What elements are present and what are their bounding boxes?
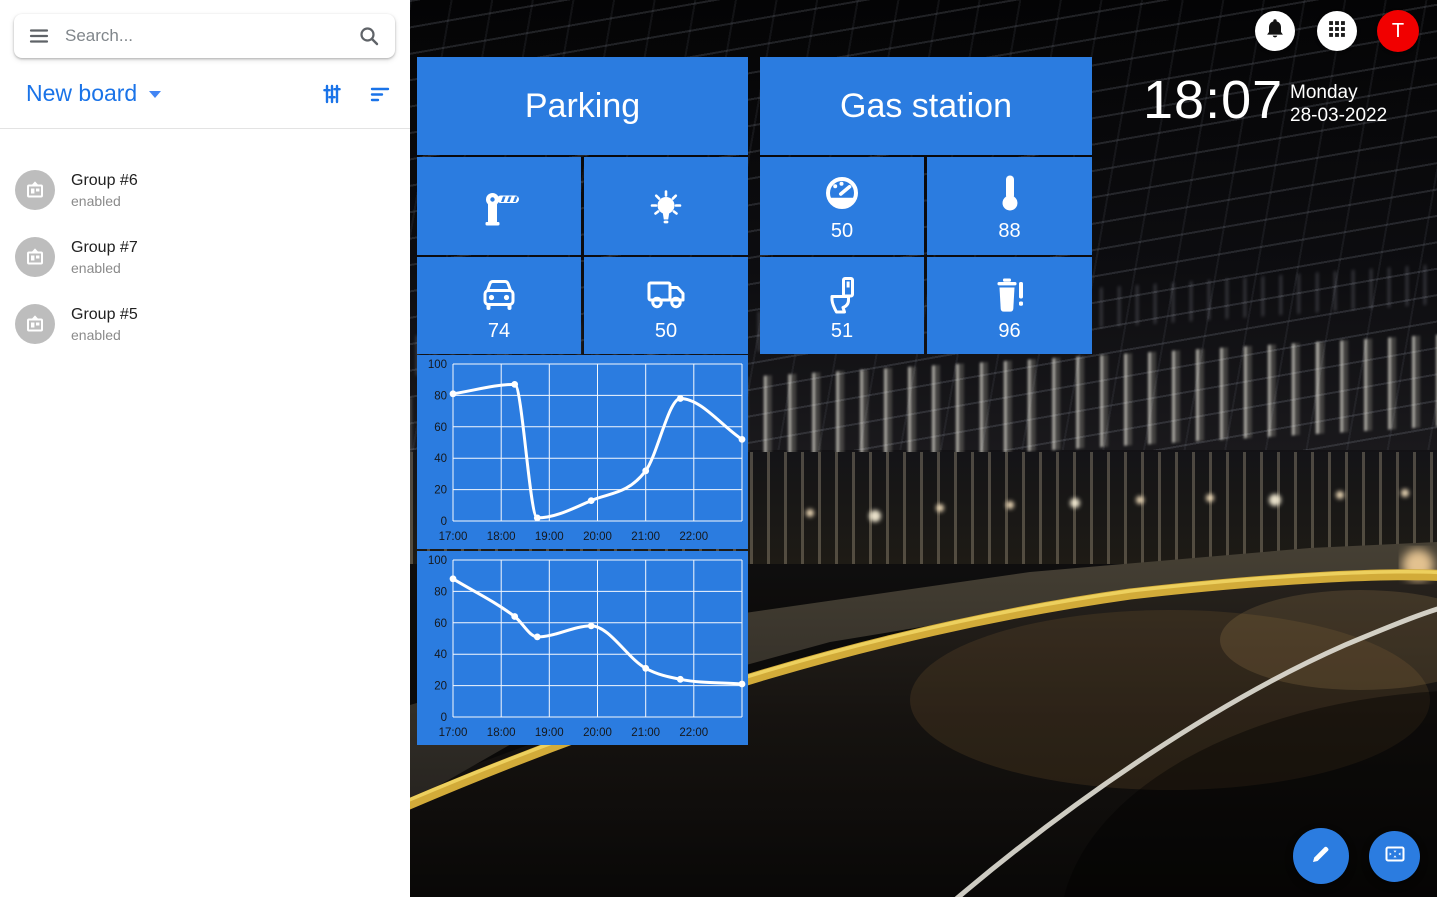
svg-text:20: 20: [434, 485, 447, 497]
svg-text:19:00: 19:00: [535, 531, 564, 543]
apps-button[interactable]: [1317, 11, 1357, 51]
svg-text:0: 0: [441, 516, 447, 528]
tile-group-title: Gas station: [840, 87, 1012, 126]
svg-text:100: 100: [428, 555, 447, 567]
dashboard-content: Parking Gas station: [410, 0, 1437, 897]
gas-station-temperature-tile[interactable]: 88: [927, 157, 1092, 255]
list-item-group-6[interactable]: Group #6 enabled: [0, 160, 410, 227]
sidebar-divider: [0, 128, 410, 129]
clock-time: 18:07: [1143, 70, 1283, 130]
lightbulb-icon: [642, 182, 690, 230]
gas-station-toilet-tile[interactable]: 51: [760, 257, 924, 354]
group-name: Group #7: [71, 239, 138, 257]
tile-value: 50: [831, 220, 853, 242]
list-item-group-7[interactable]: Group #7 enabled: [0, 227, 410, 294]
tile-value: 51: [831, 320, 853, 342]
avatar: [15, 170, 55, 210]
svg-text:21:00: 21:00: [631, 531, 660, 543]
chevron-down-icon: [149, 91, 161, 98]
svg-text:22:00: 22:00: [679, 727, 708, 739]
svg-text:20:00: 20:00: [583, 727, 612, 739]
avatar: [15, 237, 55, 277]
clock-full-date: 28-03-2022: [1290, 104, 1387, 127]
dashboard-app: New board Group #6 enabled: [0, 0, 1437, 897]
avatar-letter: T: [1392, 20, 1404, 43]
group-status: enabled: [71, 327, 121, 343]
parking-line-chart-1[interactable]: 0 20 40 60 80 100 17:00 18:00 19:00 20:00 21:00 22:…: [417, 355, 748, 549]
list-item-group-5[interactable]: Group #5 enabled: [0, 294, 410, 361]
svg-text:60: 60: [434, 422, 447, 434]
notifications-bell-icon: [1263, 17, 1287, 46]
sort-icon[interactable]: [368, 82, 392, 106]
gas-station-group-header-tile[interactable]: Gas station: [760, 57, 1092, 155]
parking-light-tile[interactable]: [584, 157, 748, 255]
parking-line-chart-2[interactable]: 0 20 40 60 80 100 17:00 18:00 19:00 20:00 21:00 22:…: [417, 551, 748, 745]
gas-station-trash-tile[interactable]: 96: [927, 257, 1092, 354]
trash-alert-icon: [986, 270, 1034, 318]
tune-icon[interactable]: [320, 82, 344, 106]
gas-station-gauge-tile[interactable]: 50: [760, 157, 924, 255]
toilet-icon: [818, 270, 866, 318]
svg-text:18:00: 18:00: [487, 727, 516, 739]
thermometer-icon: [986, 170, 1034, 218]
svg-text:80: 80: [434, 586, 447, 598]
user-avatar[interactable]: T: [1377, 10, 1419, 52]
svg-text:17:00: 17:00: [439, 727, 468, 739]
boom-barrier-icon: [475, 182, 523, 230]
notifications-button[interactable]: [1255, 11, 1295, 51]
tile-value: 74: [488, 320, 510, 342]
clock-date: Monday 28-03-2022: [1290, 81, 1387, 127]
svg-text:20: 20: [434, 681, 447, 693]
board-title: New board: [26, 80, 137, 106]
tile-value: 96: [998, 320, 1020, 342]
search-bar: [14, 14, 395, 58]
gauge-icon: [818, 170, 866, 218]
truck-icon: [642, 270, 690, 318]
board-title-dropdown[interactable]: New board: [26, 80, 161, 107]
parking-car-tile[interactable]: 74: [417, 257, 581, 354]
svg-text:18:00: 18:00: [487, 531, 516, 543]
svg-text:19:00: 19:00: [535, 727, 564, 739]
parking-truck-tile[interactable]: 50: [584, 257, 748, 354]
sidebar: New board Group #6 enabled: [0, 0, 410, 897]
search-input[interactable]: [63, 25, 357, 47]
parking-barrier-tile[interactable]: [417, 157, 581, 255]
svg-text:21:00: 21:00: [631, 727, 660, 739]
svg-text:17:00: 17:00: [439, 531, 468, 543]
svg-text:20:00: 20:00: [583, 531, 612, 543]
avatar: [15, 304, 55, 344]
group-status: enabled: [71, 193, 121, 209]
apps-grid-icon: [1326, 18, 1348, 45]
fullscreen-overscan-fab[interactable]: [1369, 831, 1420, 882]
group-list: Group #6 enabled Group #7 enabled Group …: [0, 160, 410, 361]
edit-board-fab[interactable]: [1293, 828, 1349, 884]
svg-text:100: 100: [428, 359, 447, 371]
car-icon: [475, 270, 523, 318]
svg-text:80: 80: [434, 390, 447, 402]
search-icon[interactable]: [357, 24, 381, 48]
svg-text:40: 40: [434, 453, 447, 465]
svg-text:22:00: 22:00: [679, 531, 708, 543]
group-name: Group #6: [71, 172, 138, 190]
tile-value: 50: [655, 320, 677, 342]
screen-overscan-icon: [1383, 842, 1407, 871]
hamburger-menu-icon[interactable]: [27, 24, 51, 48]
tile-value: 88: [998, 220, 1020, 242]
parking-group-header-tile[interactable]: Parking: [417, 57, 748, 155]
tile-group-title: Parking: [525, 87, 640, 126]
svg-text:40: 40: [434, 649, 447, 661]
group-status: enabled: [71, 260, 121, 276]
group-name: Group #5: [71, 306, 138, 324]
svg-text:0: 0: [441, 712, 447, 724]
svg-text:60: 60: [434, 618, 447, 630]
board-header-row: New board: [0, 72, 410, 118]
clock-day: Monday: [1290, 81, 1387, 104]
edit-pencil-icon: [1309, 842, 1333, 871]
